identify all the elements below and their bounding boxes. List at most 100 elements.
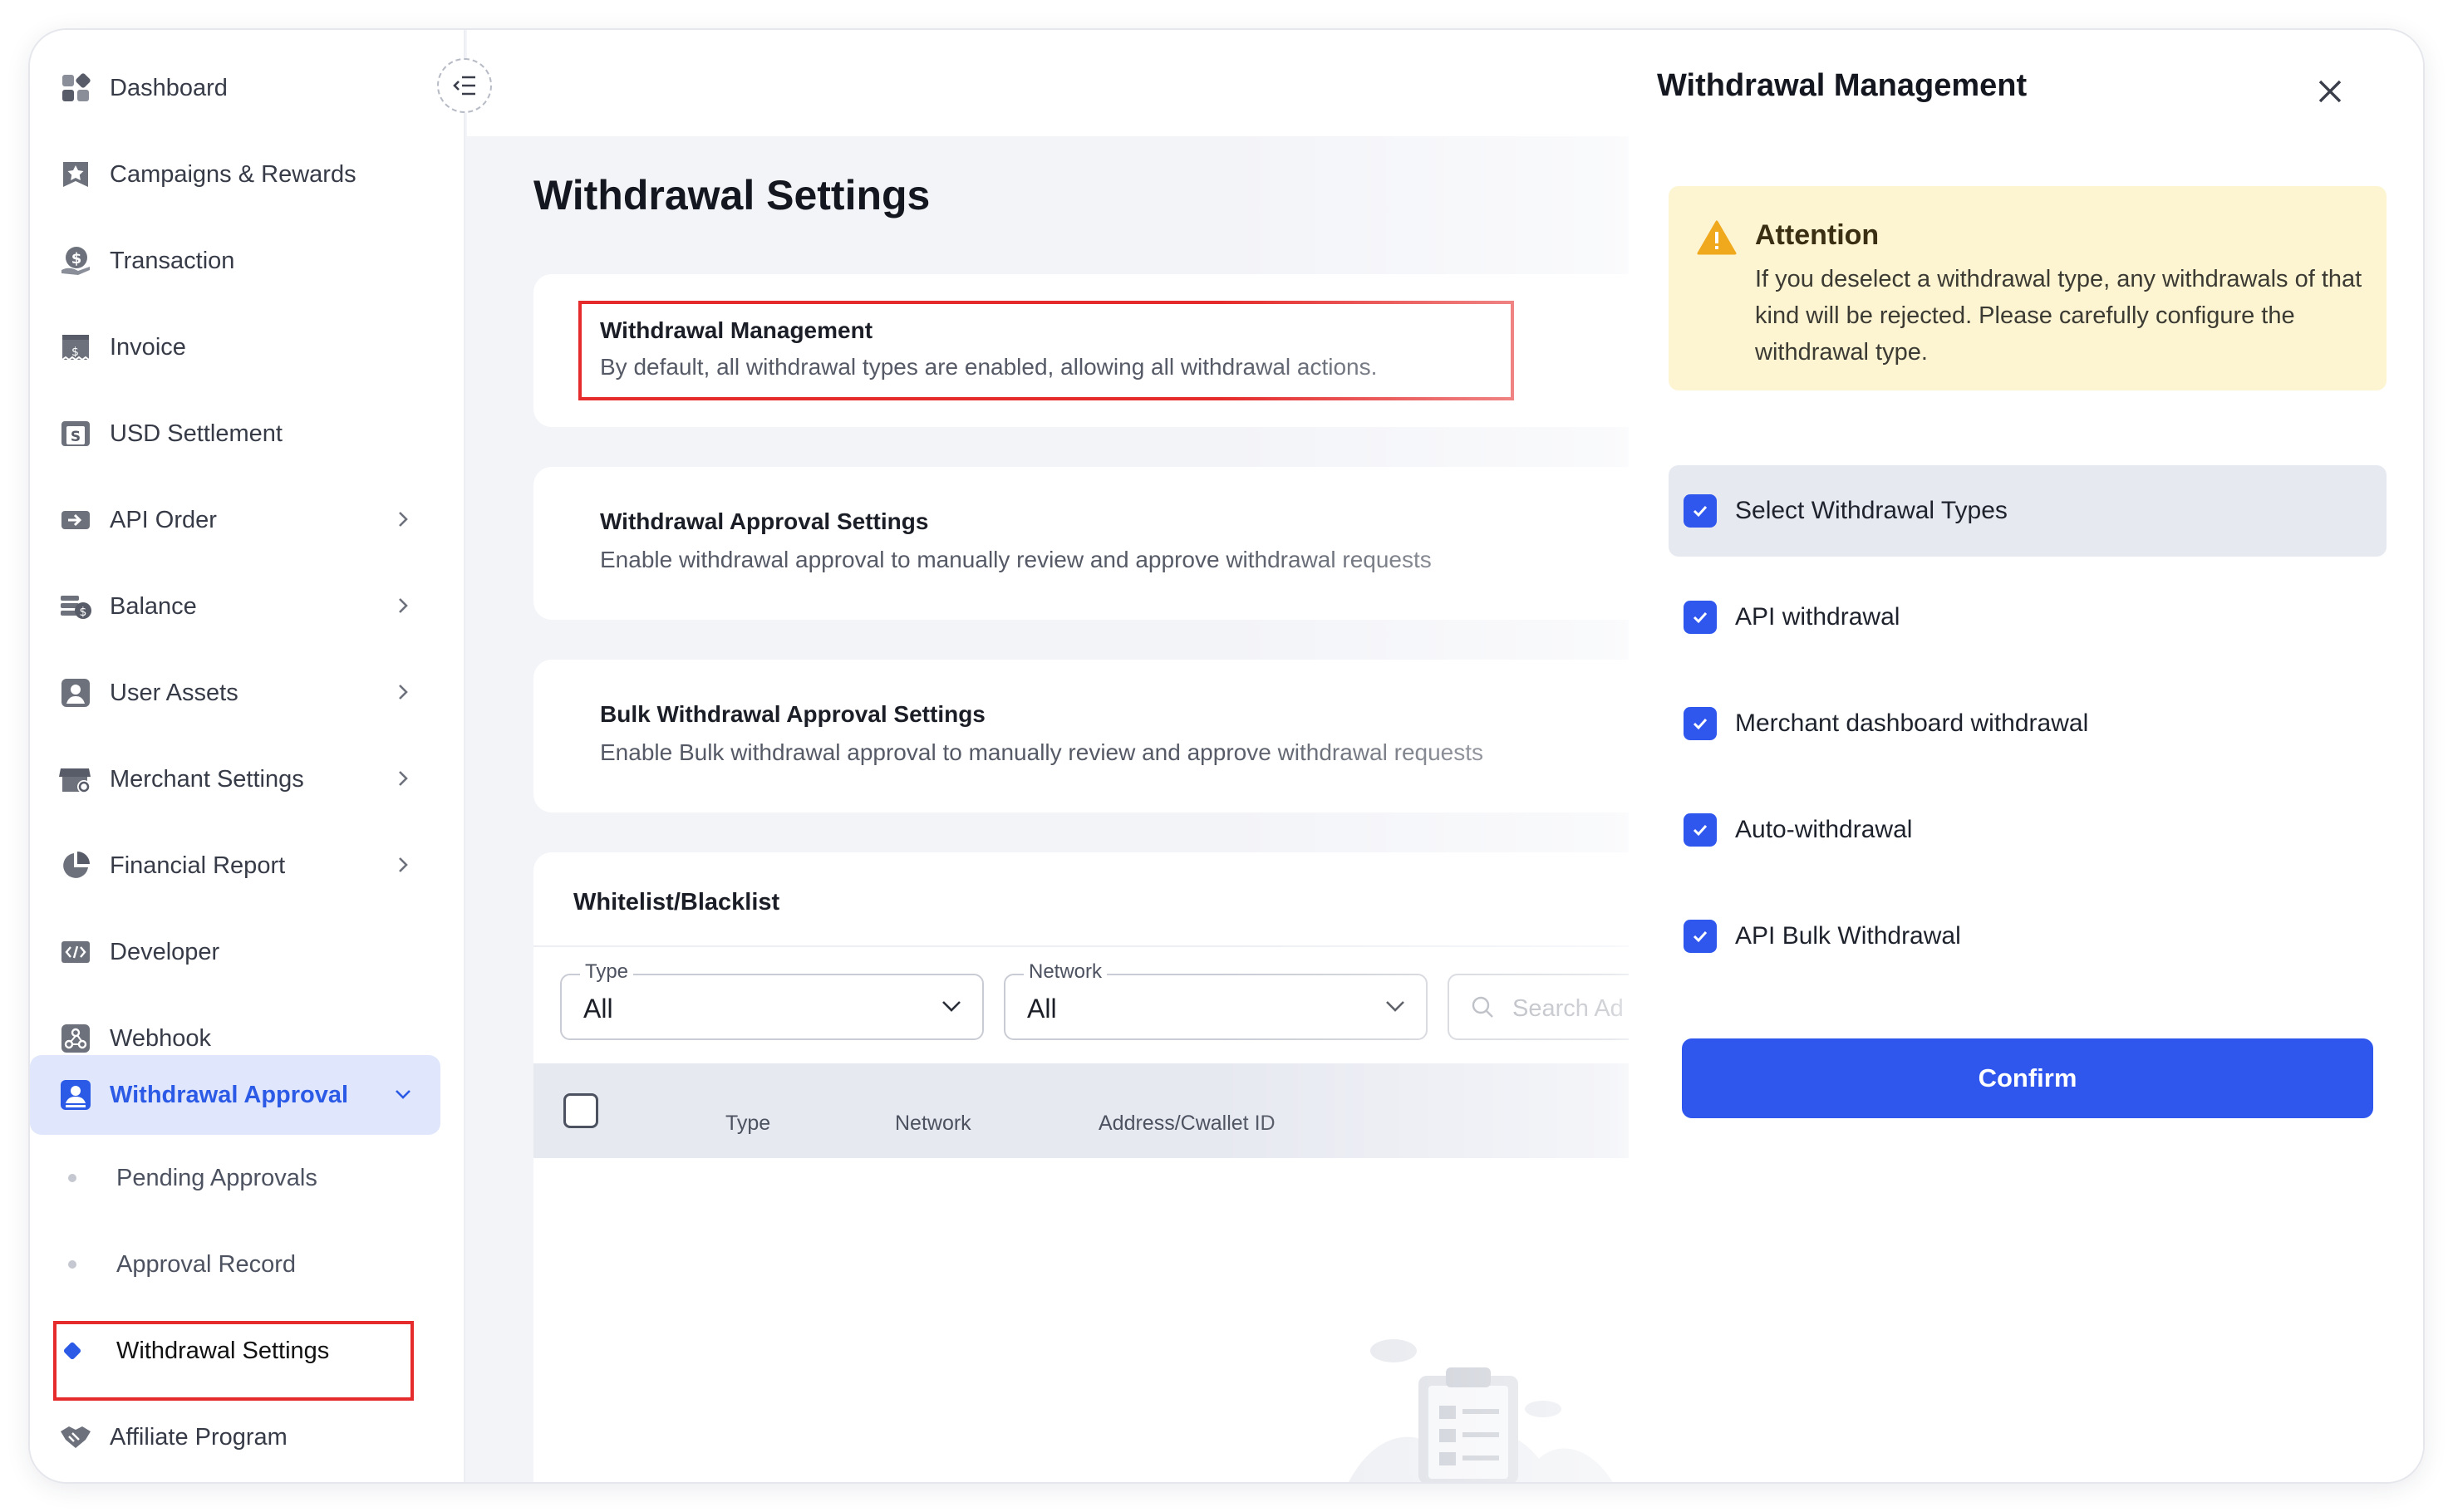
invoice-icon: $: [58, 330, 93, 365]
type-select[interactable]: Type All: [560, 960, 984, 1040]
close-button[interactable]: [2310, 71, 2350, 111]
approval-icon: [58, 1078, 93, 1112]
api-order-icon: [58, 503, 93, 538]
type-select-value: All: [583, 994, 613, 1024]
card-withdrawal-approval-settings[interactable]: Withdrawal Approval Settings Enable with…: [533, 467, 1697, 620]
menu-collapse-icon: [453, 76, 475, 96]
auto-withdrawal-checkbox[interactable]: Auto-withdrawal: [1669, 784, 2387, 876]
chevron-down-icon: [939, 994, 964, 1023]
bullet-dot: [68, 1174, 76, 1182]
drawer-title: Withdrawal Management: [1657, 68, 2028, 103]
column-header-type: Type: [725, 1112, 771, 1135]
attention-alert: Attention If you deselect a withdrawal t…: [1669, 186, 2387, 390]
checkbox-label: API Bulk Withdrawal: [1735, 922, 1961, 950]
checkbox-checked-icon: [1684, 494, 1717, 528]
card-description: Enable withdrawal approval to manually r…: [600, 547, 1432, 572]
pie-chart-icon: [58, 848, 93, 883]
chevron-right-icon: [391, 593, 415, 618]
collapse-sidebar-button[interactable]: [437, 58, 492, 113]
search-placeholder: Search Ad: [1512, 995, 1624, 1022]
checkbox-checked-icon: [1684, 601, 1717, 634]
sidebar-item-label: USD Settlement: [110, 420, 283, 447]
settlement-icon: S: [58, 416, 93, 451]
checkbox-checked-icon: [1684, 707, 1717, 740]
sidebar-item-label: Dashboard: [110, 74, 228, 101]
sidebar-subitem-approval-record[interactable]: Approval Record: [30, 1228, 440, 1301]
sidebar-item-label: Webhook: [110, 1024, 211, 1052]
card-bulk-withdrawal-approval[interactable]: Bulk Withdrawal Approval Settings Enable…: [533, 660, 1697, 812]
checkbox-label: Merchant dashboard withdrawal: [1735, 709, 2089, 737]
svg-text:$: $: [80, 606, 87, 619]
sidebar-item-balance[interactable]: $ Balance: [30, 570, 440, 643]
chevron-right-icon: [391, 766, 415, 791]
svg-text:$: $: [71, 250, 82, 268]
chevron-down-icon: [391, 1082, 415, 1107]
checkbox-checked-icon: [1684, 920, 1717, 953]
sidebar-item-label: Developer: [110, 938, 220, 965]
sidebar-item-invoice[interactable]: $ Invoice: [30, 311, 440, 384]
warning-icon: [1697, 219, 1737, 260]
sidebar-item-developer[interactable]: Developer: [30, 916, 440, 989]
checkbox-label: Auto-withdrawal: [1735, 816, 1913, 843]
select-withdrawal-types-checkbox[interactable]: Select Withdrawal Types: [1669, 465, 2387, 557]
attention-body: If you deselect a withdrawal type, any w…: [1755, 266, 2362, 366]
coin-hand-icon: $: [58, 243, 93, 278]
merchant-dashboard-withdrawal-checkbox[interactable]: Merchant dashboard withdrawal: [1669, 678, 2387, 769]
network-select[interactable]: Network All: [1004, 960, 1428, 1040]
highlight-box: [53, 1321, 414, 1401]
balance-icon: $: [58, 589, 93, 624]
sidebar-item-label: Invoice: [110, 333, 186, 361]
webhook-icon: [58, 1021, 93, 1056]
app-window: Dashboard Campaigns & Rewards $ Transact…: [30, 30, 2423, 1482]
network-select-label: Network: [1024, 960, 1108, 984]
type-select-label: Type: [580, 960, 634, 984]
sidebar: Dashboard Campaigns & Rewards $ Transact…: [30, 30, 465, 1482]
svg-text:S: S: [71, 429, 81, 445]
api-withdrawal-checkbox[interactable]: API withdrawal: [1669, 572, 2387, 663]
attention-title: Attention: [1755, 219, 1880, 251]
bullet-dot: [68, 1260, 76, 1269]
sidebar-item-label: Balance: [110, 592, 197, 620]
sidebar-item-label: Campaigns & Rewards: [110, 160, 356, 188]
star-icon: [58, 157, 93, 192]
sidebar-item-campaigns[interactable]: Campaigns & Rewards: [30, 138, 440, 211]
sidebar-item-transaction[interactable]: $ Transaction: [30, 224, 440, 297]
sidebar-item-usd-settlement[interactable]: S USD Settlement: [30, 397, 440, 470]
confirm-button[interactable]: Confirm: [1682, 1038, 2373, 1118]
api-bulk-withdrawal-checkbox[interactable]: API Bulk Withdrawal: [1669, 891, 2387, 982]
sidebar-item-user-assets[interactable]: User Assets: [30, 656, 440, 729]
network-select-value: All: [1027, 994, 1057, 1024]
column-header-network: Network: [895, 1112, 971, 1135]
store-icon: [58, 762, 93, 797]
sidebar-item-label: API Order: [110, 506, 217, 533]
close-icon: [2318, 80, 2342, 103]
table-header: [533, 1063, 1697, 1158]
chevron-down-icon: [1383, 994, 1408, 1023]
sidebar-item-merchant-settings[interactable]: Merchant Settings: [30, 743, 440, 816]
dashboard-icon: [58, 71, 93, 106]
sidebar-item-financial-report[interactable]: Financial Report: [30, 829, 440, 902]
whitelist-title: Whitelist/Blacklist: [573, 889, 780, 916]
empty-state-illustration: [1348, 1326, 1622, 1482]
sidebar-item-affiliate[interactable]: Affiliate Program: [30, 1401, 440, 1474]
select-all-checkbox[interactable]: [563, 1093, 598, 1128]
chevron-right-icon: [391, 507, 415, 532]
chevron-right-icon: [391, 852, 415, 877]
divider: [533, 945, 1697, 947]
checkbox-label: Select Withdrawal Types: [1735, 497, 2008, 524]
sidebar-subitem-label: Approval Record: [116, 1250, 296, 1278]
code-icon: [58, 935, 93, 970]
sidebar-subitem-pending-approvals[interactable]: Pending Approvals: [30, 1141, 440, 1215]
card-title: Bulk Withdrawal Approval Settings: [600, 701, 986, 727]
handshake-icon: [58, 1420, 93, 1455]
sidebar-item-label: Merchant Settings: [110, 765, 304, 793]
sidebar-item-label: Transaction: [110, 247, 235, 274]
sidebar-item-label: Affiliate Program: [110, 1423, 288, 1451]
card-title: Withdrawal Approval Settings: [600, 508, 929, 534]
sidebar-item-dashboard[interactable]: Dashboard: [30, 52, 440, 125]
checkbox-label: API withdrawal: [1735, 603, 1900, 631]
user-icon: [58, 675, 93, 710]
search-icon: [1471, 995, 1496, 1024]
sidebar-item-withdrawal-approval[interactable]: Withdrawal Approval: [30, 1055, 440, 1135]
sidebar-item-api-order[interactable]: API Order: [30, 484, 440, 557]
